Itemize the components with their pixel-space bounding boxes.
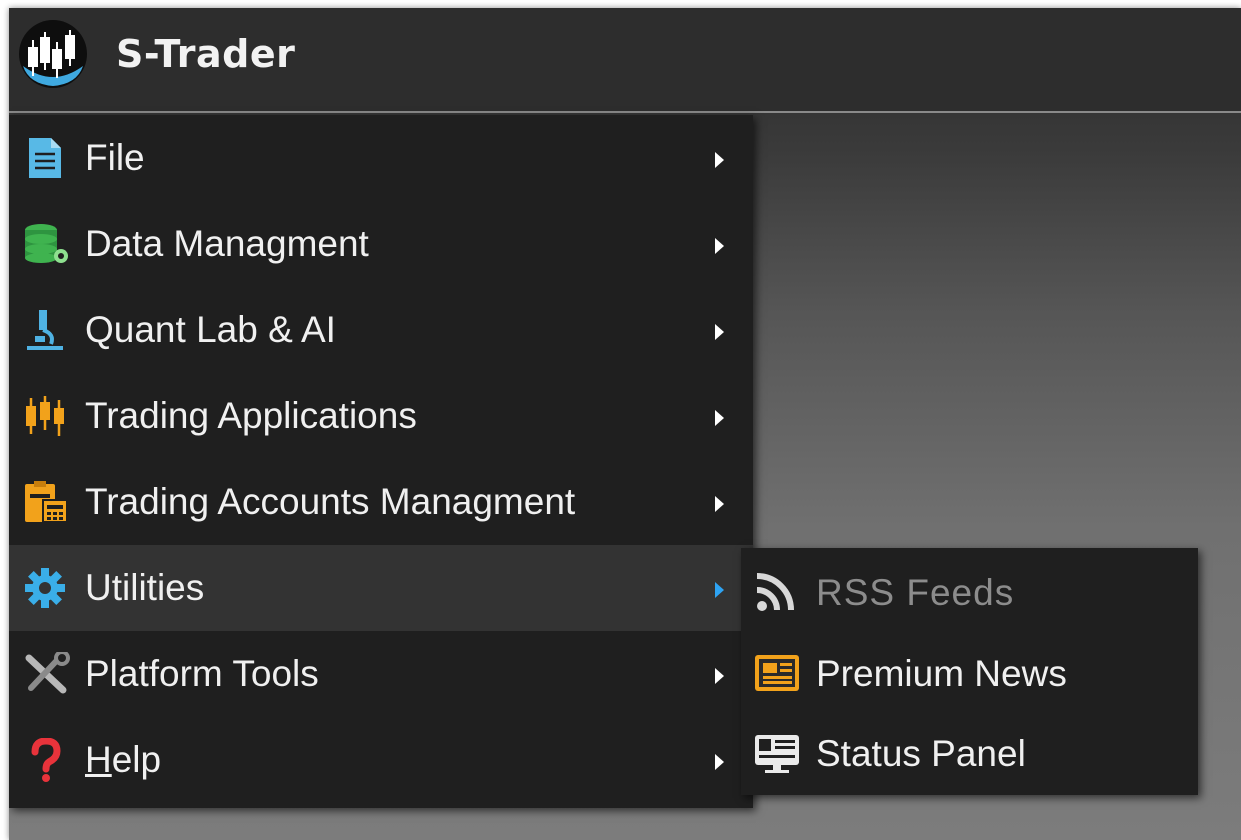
menu-item-label: Data Managment bbox=[85, 223, 369, 264]
microscope-icon bbox=[27, 310, 63, 350]
submenu-item-status-panel[interactable]: Status Panel bbox=[741, 713, 1198, 793]
menu-item-utilities[interactable]: Utilities bbox=[9, 545, 753, 631]
menu-item-platform-tools[interactable]: Platform Tools bbox=[9, 631, 753, 717]
submenu-arrow-icon bbox=[715, 238, 724, 254]
menu-item-help[interactable]: Help bbox=[9, 717, 753, 803]
menu-item-file[interactable]: File bbox=[9, 115, 753, 201]
menu-item-quant-lab[interactable]: Quant Lab & AI bbox=[9, 287, 753, 373]
rss-icon bbox=[756, 573, 794, 611]
wrench-screwdriver-icon bbox=[25, 652, 70, 694]
submenu-arrow-icon bbox=[715, 324, 724, 340]
app-title: S-Trader bbox=[116, 32, 296, 76]
menu-item-label: Trading Applications bbox=[85, 395, 417, 436]
submenu-item-label: Premium News bbox=[816, 653, 1067, 694]
gear-icon bbox=[25, 568, 65, 608]
submenu-arrow-icon bbox=[715, 152, 724, 168]
title-bar: S-Trader bbox=[9, 8, 1241, 113]
question-mark-icon bbox=[31, 738, 61, 782]
submenu-item-label: RSS Feeds bbox=[816, 572, 1015, 613]
menu-item-label: Platform Tools bbox=[85, 653, 319, 694]
menu-item-label: Utilities bbox=[85, 567, 205, 608]
document-icon bbox=[29, 138, 61, 178]
clipboard-calculator-icon bbox=[25, 481, 68, 523]
submenu-arrow-icon bbox=[715, 496, 724, 512]
menu-item-data-managment[interactable]: Data Managment bbox=[9, 201, 753, 287]
app-window: S-Trader File Data Managment Quant Lab &… bbox=[9, 8, 1241, 840]
database-gear-icon bbox=[25, 224, 68, 263]
status-panel-icon bbox=[755, 735, 799, 773]
submenu-item-rss-feeds: RSS Feeds bbox=[741, 552, 1198, 632]
submenu-arrow-icon bbox=[715, 582, 724, 598]
menu-item-label: Help bbox=[85, 739, 162, 780]
submenu-item-label: Status Panel bbox=[816, 733, 1026, 774]
menu-item-label: File bbox=[85, 137, 145, 178]
candlestick-logo-icon[interactable] bbox=[17, 18, 89, 90]
main-menu: File Data Managment Quant Lab & AI Tradi… bbox=[9, 115, 753, 808]
menu-item-trading-accounts[interactable]: Trading Accounts Managment bbox=[9, 459, 753, 545]
menu-item-trading-applications[interactable]: Trading Applications bbox=[9, 373, 753, 459]
menu-item-label: Quant Lab & AI bbox=[85, 309, 336, 350]
newspaper-icon bbox=[755, 655, 799, 691]
submenu-arrow-icon bbox=[715, 754, 724, 770]
submenu-arrow-icon bbox=[715, 410, 724, 426]
submenu-arrow-icon bbox=[715, 668, 724, 684]
utilities-submenu: RSS Feeds Premium News Status Panel bbox=[741, 548, 1198, 795]
menu-item-label: Trading Accounts Managment bbox=[85, 481, 576, 522]
candlestick-icon bbox=[26, 396, 64, 436]
submenu-item-premium-news[interactable]: Premium News bbox=[741, 633, 1198, 713]
